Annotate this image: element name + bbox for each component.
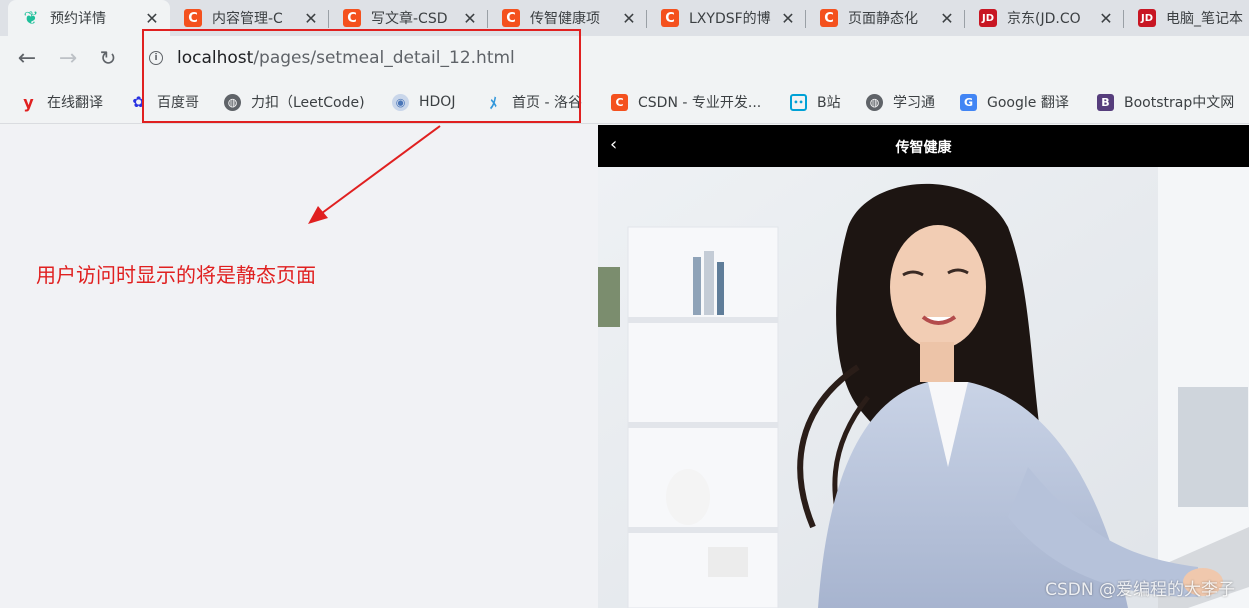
close-icon[interactable]: ✕ [937, 8, 957, 28]
tab-title: 京东(JD.CO [1007, 11, 1081, 27]
csdn-icon: C [820, 9, 838, 27]
bookmark-google-translate[interactable]: G Google 翻译 [960, 91, 1069, 113]
tab-title: 页面静态化 [848, 11, 918, 27]
close-icon[interactable]: ✕ [619, 8, 639, 28]
tab-title: 传智健康项 [530, 11, 600, 27]
tab-title: 写文章-CSD [371, 11, 448, 27]
csdn-icon: C [611, 93, 628, 111]
tab-lxydsf-blog[interactable]: C LXYDSF的博 ✕ [647, 0, 806, 36]
tab-jd[interactable]: JD 京东(JD.CO ✕ [965, 0, 1124, 36]
mobile-page-title: 传智健康 [895, 140, 952, 156]
globe-icon: ◍ [866, 93, 883, 111]
csdn-icon: C [661, 9, 679, 27]
bookmark-youdao[interactable]: y 在线翻译 [20, 91, 103, 113]
close-icon[interactable]: ✕ [1096, 8, 1116, 28]
close-icon[interactable]: ✕ [301, 8, 321, 28]
bookmark-label: 在线翻译 [47, 95, 103, 111]
yuyue-icon: ❦ [23, 7, 39, 29]
back-arrow-icon[interactable]: ← [14, 45, 40, 71]
bookmark-label: 学习通 [893, 95, 935, 111]
bookmark-csdn[interactable]: C CSDN - 专业开发... [611, 91, 761, 113]
page-blank-area [0, 125, 598, 608]
tab-title: 内容管理-C [212, 11, 283, 27]
bookmark-label: Google 翻译 [987, 95, 1069, 111]
mobile-header: ‹ 传智健康 [598, 125, 1249, 167]
csdn-icon: C [502, 9, 520, 27]
jd-icon: JD [1138, 9, 1156, 27]
close-icon[interactable]: ✕ [142, 8, 162, 28]
annotation-text: 用户访问时显示的将是静态页面 [36, 263, 316, 287]
reload-icon[interactable]: ↻ [95, 45, 121, 71]
bookmark-bootstrap[interactable]: B Bootstrap中文网 [1097, 91, 1234, 113]
bookmark-xuexitong[interactable]: ◍ 学习通 [866, 91, 935, 113]
url-highlight-box [142, 29, 581, 123]
bookmark-label: Bootstrap中文网 [1124, 95, 1235, 111]
youdao-icon: y [23, 92, 34, 112]
tab-title: LXYDSF的博 [689, 11, 771, 27]
csdn-icon: C [184, 9, 202, 27]
tab-jd-laptop[interactable]: JD 电脑_笔记本 [1124, 0, 1249, 36]
tab-page-static[interactable]: C 页面静态化 ✕ [806, 0, 965, 36]
mobile-page-preview: ‹ 传智健康 CSDN @爱编程的大李子 [598, 125, 1249, 608]
bootstrap-icon: B [1097, 93, 1114, 111]
close-icon[interactable]: ✕ [460, 8, 480, 28]
tab-title: 预约详情 [50, 11, 106, 27]
csdn-icon: C [343, 9, 361, 27]
bookmark-label: CSDN - 专业开发... [638, 95, 762, 111]
google-translate-icon: G [960, 93, 977, 111]
setmeal-banner-image [598, 167, 1249, 608]
forward-arrow-icon[interactable]: → [55, 45, 81, 71]
tab-title: 电脑_笔记本 [1166, 11, 1243, 27]
jd-icon: JD [979, 9, 997, 27]
bookmark-label: B站 [817, 95, 841, 111]
watermark-text: CSDN @爱编程的大李子 [1045, 580, 1235, 600]
bookmark-bilibili[interactable]: •• B站 [790, 91, 841, 113]
close-icon[interactable]: ✕ [778, 8, 798, 28]
bilibili-icon: •• [790, 93, 807, 111]
